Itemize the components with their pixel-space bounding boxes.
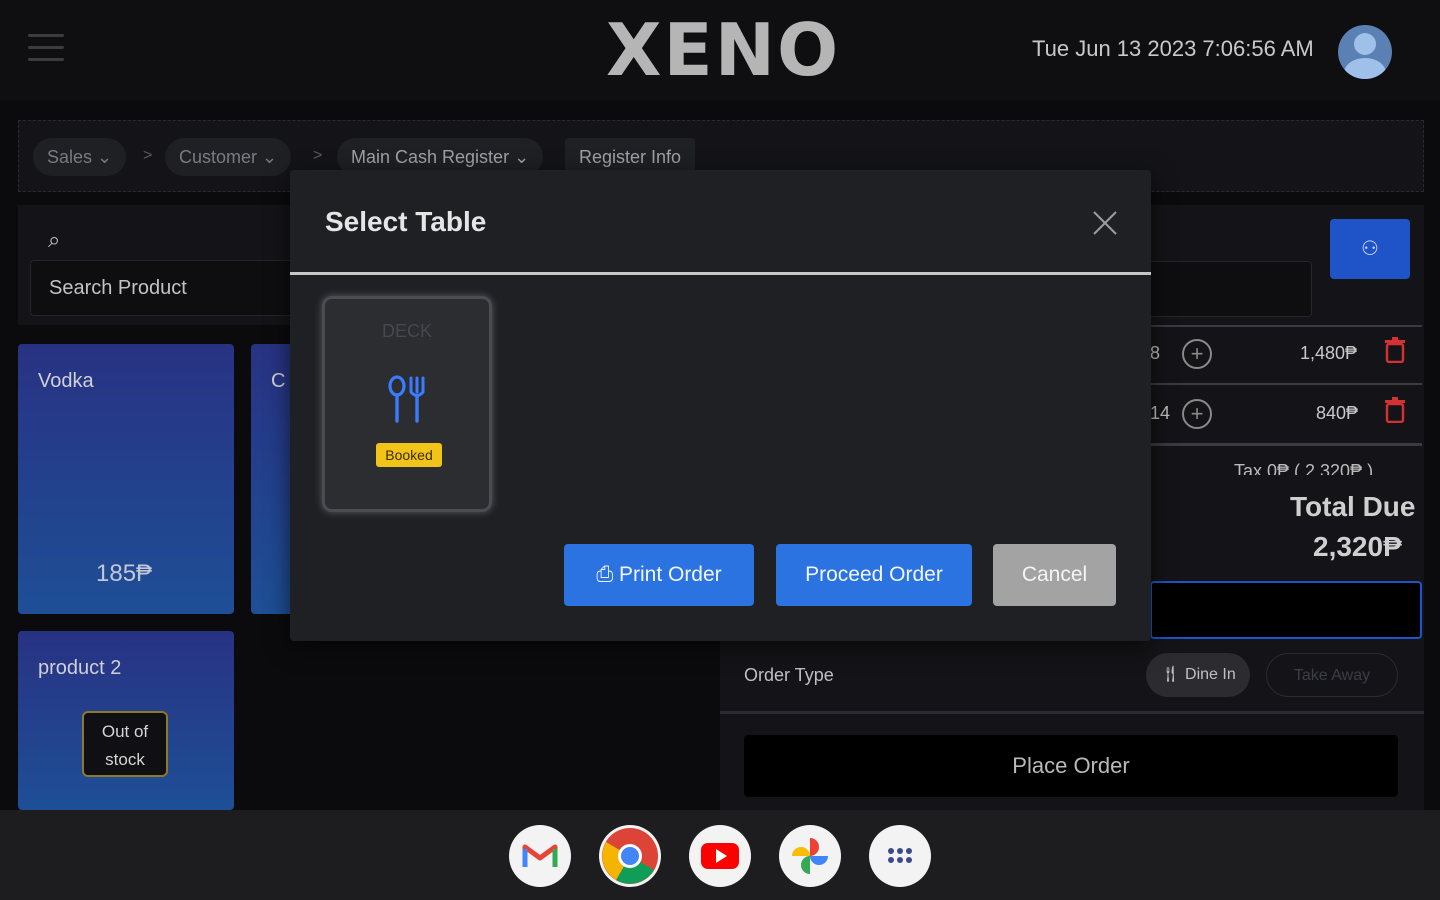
xeno-logo: XENO: [606, 8, 841, 92]
search-product-input[interactable]: Search Product: [30, 260, 320, 316]
table-name: DECK: [381, 321, 432, 341]
app-launcher-icon[interactable]: [869, 825, 931, 887]
order-type-label: Order Type: [744, 665, 834, 685]
cart-input-field[interactable]: [1150, 261, 1312, 317]
top-header: XENO Tue Jun 13 2023 7:06:56 AM: [0, 0, 1440, 100]
product-price: 185₱: [96, 560, 153, 587]
product-card-vodka[interactable]: Vodka 185₱: [18, 344, 234, 614]
tax-text: Tax 0₱ ( 2,320₱ ): [1234, 461, 1374, 475]
plus-circle-icon[interactable]: +: [1182, 399, 1212, 429]
menu-icon[interactable]: [28, 34, 64, 64]
plus-circle-icon[interactable]: +: [1182, 339, 1212, 369]
printer-icon: ⎙: [596, 563, 614, 586]
cart-qty: 14: [1150, 403, 1171, 423]
cart-amount: 1,480₱: [1300, 343, 1358, 363]
dine-in-button[interactable]: 🍴︎ Dine In: [1146, 653, 1250, 697]
utensils-icon: 🍴︎: [1160, 666, 1181, 683]
modal-divider: [290, 272, 1151, 275]
product-name: Vodka: [38, 370, 94, 392]
cart-row: 8 + 1,480₱: [1150, 327, 1422, 383]
cart-amount: 840₱: [1316, 403, 1359, 423]
app-shelf: [0, 810, 1440, 900]
youtube-icon[interactable]: [689, 825, 751, 887]
breadcrumb-separator: >: [143, 147, 153, 164]
product-name: product 2: [38, 657, 122, 679]
booked-badge: Booked: [376, 443, 442, 467]
current-datetime: Tue Jun 13 2023 7:06:56 AM: [1032, 36, 1314, 61]
close-icon[interactable]: [1090, 208, 1120, 238]
breadcrumb-sales[interactable]: Sales ⌄: [33, 138, 127, 176]
product-name: C: [271, 370, 286, 392]
total-due-label: Total Due: [1290, 491, 1416, 522]
chevron-down-icon: ⌄: [97, 147, 113, 167]
table-card-deck[interactable]: DECK Booked: [322, 296, 492, 512]
cart-row: 14 + 840₱: [1150, 387, 1422, 443]
divider: [1150, 443, 1422, 446]
gmail-icon[interactable]: [509, 825, 571, 887]
chevron-down-icon: ⌄: [262, 147, 278, 167]
cart-qty: 8: [1150, 343, 1161, 363]
select-table-modal: Select Table DECK Booked ⎙ Print Order P…: [290, 170, 1151, 641]
out-of-stock-badge: Out of stock: [82, 711, 168, 777]
product-card-product-2[interactable]: product 2 Out of stock: [18, 631, 234, 810]
place-order-button[interactable]: Place Order: [744, 735, 1398, 797]
breadcrumb-customer[interactable]: Customer ⌄: [165, 138, 292, 176]
trash-icon[interactable]: [1384, 337, 1406, 363]
proceed-order-button[interactable]: Proceed Order: [776, 544, 972, 606]
chrome-icon[interactable]: [599, 825, 661, 887]
print-order-button[interactable]: ⎙ Print Order: [564, 544, 754, 606]
modal-title: Select Table: [325, 206, 487, 237]
search-icon: ⌕: [48, 227, 61, 252]
total-due-value: 2,320₱: [1313, 531, 1402, 562]
trash-icon[interactable]: [1384, 397, 1406, 423]
divider: [720, 711, 1424, 714]
utensils-icon: [388, 375, 425, 423]
chevron-down-icon: ⌄: [514, 147, 530, 167]
users-icon: ⚇: [1361, 238, 1379, 260]
take-away-button[interactable]: Take Away: [1266, 653, 1398, 697]
breadcrumb-separator: >: [313, 147, 323, 164]
user-avatar[interactable]: [1338, 25, 1392, 79]
payment-field[interactable]: [1150, 581, 1422, 639]
google-photos-icon[interactable]: [779, 825, 841, 887]
divider: [1150, 383, 1422, 385]
customer-button[interactable]: ⚇: [1330, 219, 1410, 279]
cancel-button[interactable]: Cancel: [993, 544, 1116, 606]
